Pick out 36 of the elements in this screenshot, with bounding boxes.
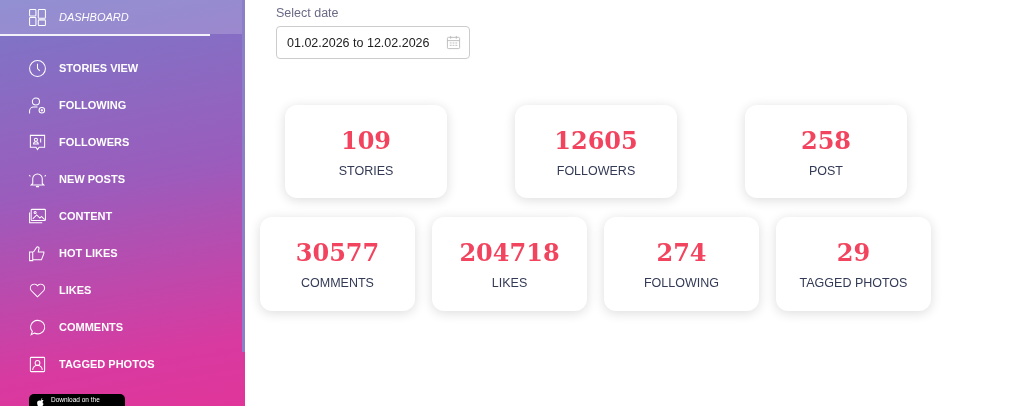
stat-label: LIKES [491,276,528,290]
calendar-icon [446,35,461,50]
thumbs-up-icon [28,243,47,263]
stat-value: 204718 [459,238,560,267]
stat-label: FOLLOWERS [556,163,636,178]
sidebar-item[interactable]: FOLLOWERS [0,123,245,161]
stat-value: 258 [800,125,852,155]
user-plus-icon [28,95,47,115]
sidebar-item[interactable]: NEW POSTS [0,160,245,198]
stat-value: 109 [340,125,392,155]
comment-icon [28,317,47,337]
portrait-icon [28,354,47,374]
stat-label: FOLLOWING [644,276,719,290]
stat-value: 274 [656,238,707,267]
dashboard-icon [28,7,47,27]
sidebar-item[interactable]: LIKES [0,271,245,309]
stat-label: COMMENTS [301,276,374,290]
sidebar-item[interactable]: FOLLOWING [0,86,245,124]
sidebar-item[interactable]: COMMENTS [0,308,245,346]
sidebar-item[interactable]: DASHBOARD [0,0,245,34]
date-range-field[interactable]: 01.02.2026 to 12.02.2026 [276,26,470,59]
stat-label: TAGGED PHOTOS [799,276,908,290]
date-label: Select date [276,6,340,20]
stat-value: 29 [836,238,871,267]
stat-value: 12605 [554,125,638,155]
image-icon [28,206,47,226]
stat-label: STORIES [338,163,394,178]
followers-icon [28,132,47,152]
sidebar-item[interactable]: HOT LIKES [0,234,245,272]
sidebar-item[interactable]: CONTENT [0,197,245,235]
apple-icon [37,398,45,406]
clock-icon [28,58,47,78]
stat-value: 30577 [295,238,380,267]
sidebar-item[interactable]: TAGGED PHOTOS [0,345,245,383]
stat-label: POST [808,163,843,178]
sidebar-item[interactable]: STORIES VIEW [0,49,245,87]
